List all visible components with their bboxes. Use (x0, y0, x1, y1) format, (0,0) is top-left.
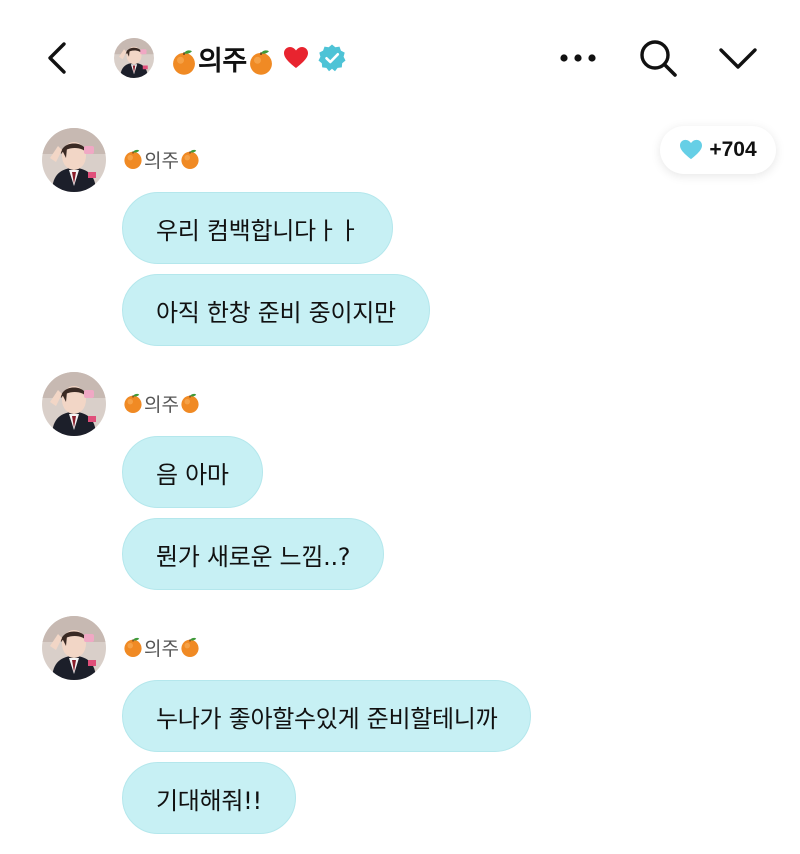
back-icon (48, 42, 66, 74)
reaction-count-pill[interactable]: +704 (660, 126, 776, 174)
orange-emoji-icon (179, 148, 201, 170)
orange-emoji-icon (122, 636, 144, 658)
message-text: 우리 컴백합니다ㅏㅏ (156, 216, 360, 245)
sender-name-text: 의주 (144, 637, 179, 660)
more-options-button[interactable] (556, 38, 600, 78)
reaction-count: +704 (709, 138, 757, 161)
message-bubble[interactable]: 음 아마 (122, 436, 263, 508)
message-bubble[interactable]: 기대해줘!! (122, 762, 296, 834)
header-avatar[interactable] (114, 38, 154, 78)
heart-icon (283, 46, 309, 70)
orange-emoji-icon (179, 392, 201, 414)
sender-avatar[interactable] (42, 128, 106, 192)
message-bubble[interactable]: 누나가 좋아할수있게 준비할테니까 (122, 680, 532, 752)
sender-avatar[interactable] (42, 372, 106, 436)
avatar-image (42, 128, 106, 192)
message-bubble[interactable]: 아직 한창 준비 중이지만 (122, 274, 430, 346)
back-button[interactable] (36, 36, 80, 80)
search-icon (640, 40, 677, 77)
orange-emoji-icon (122, 392, 144, 414)
message-text: 기대해줘!! (156, 786, 262, 815)
more-icon (560, 54, 596, 62)
message-text: 누나가 좋아할수있게 준비할테니까 (156, 704, 498, 733)
sender-name-text: 의주 (144, 393, 179, 416)
orange-emoji-icon (247, 48, 275, 76)
verified-badge-icon (318, 44, 346, 72)
collapse-button[interactable] (716, 36, 760, 80)
sender-name: 의주 (122, 390, 201, 416)
avatar-image (42, 372, 106, 436)
chevron-down-icon (719, 48, 757, 69)
orange-emoji-icon (179, 636, 201, 658)
header-name: 의주 (170, 39, 275, 78)
sender-name-text: 의주 (144, 149, 179, 172)
sender-avatar[interactable] (42, 616, 106, 680)
avatar-image (42, 616, 106, 680)
header-name-text: 의주 (198, 45, 247, 77)
avatar-image (114, 38, 154, 78)
message-text: 음 아마 (156, 460, 229, 489)
chat-header: 의주 (0, 0, 800, 118)
message-bubble[interactable]: 뭔가 새로운 느낌..? (122, 518, 385, 590)
message-text: 뭔가 새로운 느낌..? (156, 542, 351, 571)
orange-emoji-icon (122, 148, 144, 170)
header-title[interactable]: 의주 (170, 36, 347, 80)
orange-emoji-icon (170, 48, 198, 76)
message-bubble[interactable]: 우리 컴백합니다ㅏㅏ (122, 192, 394, 264)
sender-name: 의주 (122, 634, 201, 660)
message-text: 아직 한창 준비 중이지만 (156, 298, 396, 327)
sender-name: 의주 (122, 146, 201, 172)
search-button[interactable] (636, 36, 680, 80)
light-blue-heart-icon (679, 139, 703, 161)
